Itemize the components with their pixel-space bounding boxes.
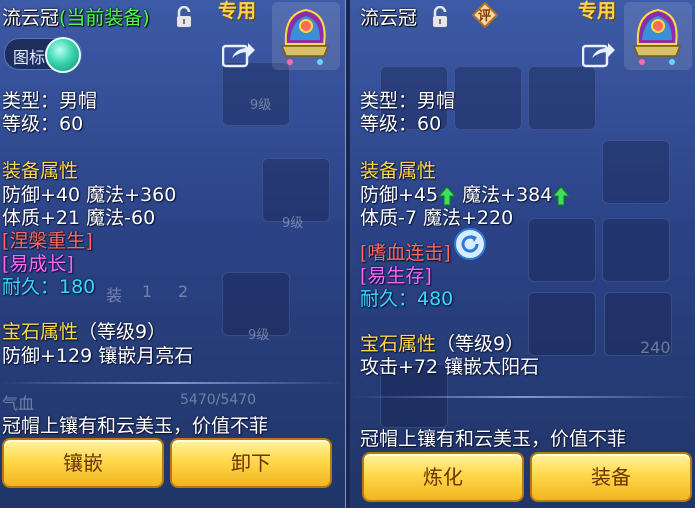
gem-line: 防御+129 镶嵌月亮石 [2,345,194,367]
gem-line: 攻击+72 镶嵌太阳石 [360,356,540,378]
bg-tab: 装 [106,286,123,305]
attr-line-2: 体质-7 魔法+220 [360,207,514,229]
item-description: 冠帽上镶有和云美玉，价值不菲 [360,428,627,450]
icon-toggle[interactable]: 图标 [4,37,82,73]
gem-header: 宝石属性 [2,321,79,343]
lock-icon[interactable] [174,6,194,28]
bg-inventory-slot [528,218,596,282]
item-name: 流云冠 [360,7,418,29]
gem-attributes: 宝石属性（等级9） [2,317,166,344]
share-icon[interactable] [222,40,256,68]
item-level: 等级：60 [2,113,84,135]
exclusive-tag: 专用 [218,0,257,22]
item-title: 流云冠 [360,3,417,30]
item-helmet-icon [624,2,692,70]
bg-hp-value: 5470/5470 [180,392,256,408]
item-helmet-icon [272,2,340,70]
bg-level-tag: 9级 [250,98,272,113]
attr-header: 装备属性 [360,160,437,182]
item-level: 等级：60 [360,113,442,135]
bg-inventory-slot [602,140,670,204]
toggle-knob-icon [45,37,81,73]
toggle-label: 图标 [13,48,46,67]
item-description: 冠帽上镶有和云美玉，价值不菲 [2,415,269,437]
inlay-button[interactable]: 镶嵌 [2,438,164,488]
item-tooltip-compare: 240 流云冠 评 专用 类型：男帽 等级：60 装备属性 防御+45 魔法+3… [350,0,695,508]
share-icon[interactable] [582,40,616,68]
item-name: 流云冠 [2,7,60,29]
refresh-icon[interactable] [454,228,486,260]
bg-tab: 2 [178,282,189,301]
refine-button[interactable]: 炼化 [362,452,524,502]
attr-header: 装备属性 [2,160,79,182]
bg-tab: 1 [142,282,153,301]
bg-level-tag: 9级 [248,328,270,343]
divider [350,396,695,398]
lock-icon[interactable] [430,6,450,28]
bg-count: 240 [640,338,671,357]
arrow-up-icon [552,185,571,205]
remove-button[interactable]: 卸下 [170,438,332,488]
eval-badge-icon[interactable]: 评 [472,2,498,28]
item-tooltip-current: 9级 9级 9级 装 1 2 气血 5470/5470 流云冠(当前装备) 专用… [0,0,347,508]
bg-level-tag: 9级 [282,216,304,231]
gem-level: （等级9） [78,321,167,343]
bg-inventory-slot [528,66,596,130]
bg-inventory-slot [454,66,522,130]
item-title: 流云冠(当前装备) [2,3,150,30]
bg-inventory-slot [528,292,596,356]
bg-inventory-slot [602,218,670,282]
durability: 耐久：480 [360,288,454,310]
eval-badge-label: 评 [478,9,492,24]
equip-button[interactable]: 装备 [530,452,692,502]
equip-status: (当前装备) [59,7,150,29]
durability: 耐久：180 [2,276,96,298]
exclusive-tag: 专用 [578,0,617,22]
divider [0,382,345,384]
